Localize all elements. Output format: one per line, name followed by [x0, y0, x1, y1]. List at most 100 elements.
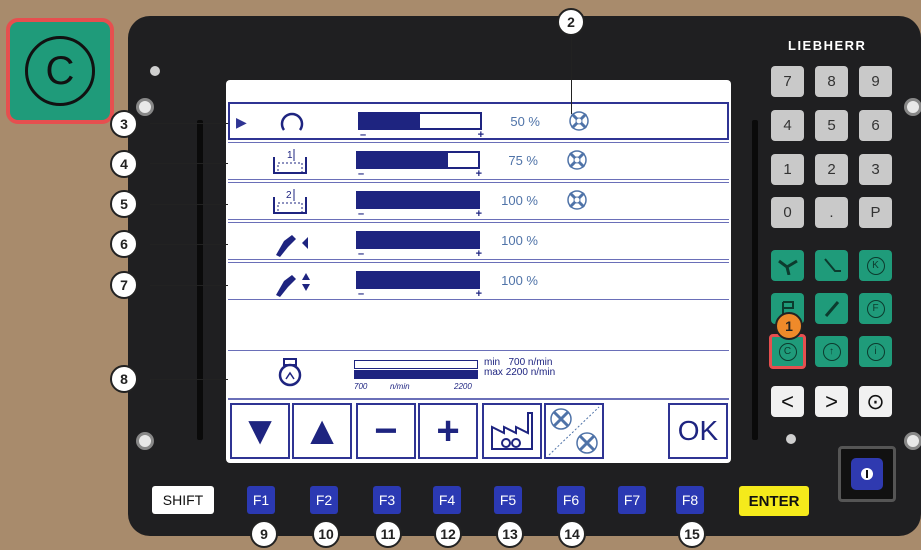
- callout-leader: [150, 285, 228, 286]
- softkey-down[interactable]: ▼: [230, 403, 290, 459]
- key-2[interactable]: 2: [815, 154, 848, 185]
- display-screen: ▶ – + 50 % 1 – + 75 % 2 – + 100 % – + 10…: [226, 80, 731, 463]
- spout-horizontal-icon: [276, 235, 308, 257]
- f-icon: F: [866, 299, 885, 318]
- row-rotation[interactable]: ▶ – + 50 %: [228, 102, 729, 141]
- key-0[interactable]: 0: [771, 197, 804, 228]
- callout-leader: [571, 34, 572, 114]
- right-key[interactable]: >: [815, 386, 848, 417]
- max-label: max: [484, 367, 503, 378]
- softkey-factory[interactable]: [482, 403, 542, 459]
- key-3[interactable]: 3: [859, 154, 892, 185]
- f1-button[interactable]: F1: [247, 486, 275, 514]
- f8-button[interactable]: F8: [676, 486, 704, 514]
- c-icon: C: [778, 342, 797, 361]
- f2-button[interactable]: F2: [310, 486, 338, 514]
- row-spout-horizontal[interactable]: – + 100 %: [228, 222, 729, 260]
- level-fill: [358, 153, 448, 167]
- mount-hole: [904, 432, 921, 450]
- row-spout-vertical[interactable]: – + 100 %: [228, 262, 729, 300]
- percent-label: 100 %: [501, 193, 538, 208]
- boom-icon: [777, 259, 798, 275]
- percent-label: 100 %: [501, 233, 538, 248]
- callout-leader: [150, 163, 228, 164]
- callout-12: 12: [434, 520, 462, 548]
- bin-1-icon: 1: [273, 149, 307, 174]
- level-fill: [358, 273, 478, 287]
- mount-hole: [904, 98, 921, 116]
- fan-off-icon: [548, 406, 600, 456]
- callout-13: 13: [496, 520, 524, 548]
- info-icon: i: [866, 342, 885, 361]
- key-8[interactable]: 8: [815, 66, 848, 97]
- callout-1: 1: [775, 312, 803, 340]
- svg-text:2: 2: [286, 190, 292, 201]
- fan-icon: [567, 190, 587, 210]
- callout-leader: [150, 379, 228, 380]
- f-key[interactable]: F: [859, 293, 892, 324]
- callout-6: 6: [110, 230, 138, 258]
- arm-key[interactable]: [815, 250, 848, 281]
- callout-14: 14: [558, 520, 586, 548]
- key-5[interactable]: 5: [815, 110, 848, 141]
- softkey-minus[interactable]: −: [356, 403, 416, 459]
- row-bin-2[interactable]: 2 – + 100 %: [228, 182, 729, 220]
- row-bin-1[interactable]: 1 – + 75 %: [228, 142, 729, 180]
- k-key[interactable]: K: [859, 250, 892, 281]
- f4-button[interactable]: F4: [433, 486, 461, 514]
- contrast-slot: [752, 120, 758, 440]
- spout-key[interactable]: [815, 293, 848, 324]
- key-9[interactable]: 9: [859, 66, 892, 97]
- callout-2: 2: [557, 8, 585, 36]
- callout-leader: [150, 244, 228, 245]
- max-speed-bar: [354, 370, 478, 379]
- min-speed-bar: [354, 360, 478, 369]
- key-dot[interactable]: .: [815, 197, 848, 228]
- row-engine-speed[interactable]: [228, 350, 729, 394]
- softkey-plus[interactable]: +: [418, 403, 478, 459]
- key-4[interactable]: 4: [771, 110, 804, 141]
- c-key-badge: C: [6, 18, 114, 124]
- softkey-fan-toggle[interactable]: [544, 403, 604, 459]
- f7-button[interactable]: F7: [618, 486, 646, 514]
- callout-15: 15: [678, 520, 706, 548]
- level-bar: – +: [356, 231, 482, 260]
- power-button[interactable]: [838, 446, 896, 502]
- up-key[interactable]: ↑: [815, 336, 848, 367]
- key-7[interactable]: 7: [771, 66, 804, 97]
- level-fill: [360, 114, 420, 128]
- mount-hole: [136, 98, 154, 116]
- key-p[interactable]: P: [859, 197, 892, 228]
- screw: [150, 66, 160, 76]
- softkey-ok[interactable]: OK: [668, 403, 728, 459]
- arrow-up-icon: ↑: [822, 342, 841, 361]
- center-key[interactable]: ⊙: [859, 386, 892, 417]
- softkey-up[interactable]: ▲: [292, 403, 352, 459]
- speed-scale-min: 700: [354, 382, 368, 391]
- max-speed-value: 2200 n/min: [505, 367, 556, 378]
- f3-button[interactable]: F3: [373, 486, 401, 514]
- f5-button[interactable]: F5: [494, 486, 522, 514]
- level-fill: [358, 233, 478, 247]
- left-key[interactable]: <: [771, 386, 804, 417]
- boom-key[interactable]: [771, 250, 804, 281]
- shift-button[interactable]: SHIFT: [152, 486, 214, 514]
- speed-scale-max: 2200: [454, 382, 472, 391]
- level-bar: – +: [358, 112, 484, 141]
- svg-text:1: 1: [287, 150, 293, 161]
- key-1[interactable]: 1: [771, 154, 804, 185]
- enter-button[interactable]: ENTER: [739, 486, 809, 516]
- callout-10: 10: [312, 520, 340, 548]
- key-6[interactable]: 6: [859, 110, 892, 141]
- speed-readout: min 700 n/min max 2200 n/min: [484, 358, 555, 378]
- callout-8: 8: [110, 365, 138, 393]
- speed-range-bars: [354, 360, 478, 380]
- rotate-icon: [280, 112, 304, 131]
- spout-icon: [824, 300, 839, 317]
- percent-label: 100 %: [501, 273, 538, 288]
- brightness-slot: [197, 120, 203, 440]
- info-key[interactable]: i: [859, 336, 892, 367]
- softkey-bar: ▼ ▲ − + OK: [228, 398, 729, 460]
- fan-icon: [567, 150, 587, 170]
- f6-button[interactable]: F6: [557, 486, 585, 514]
